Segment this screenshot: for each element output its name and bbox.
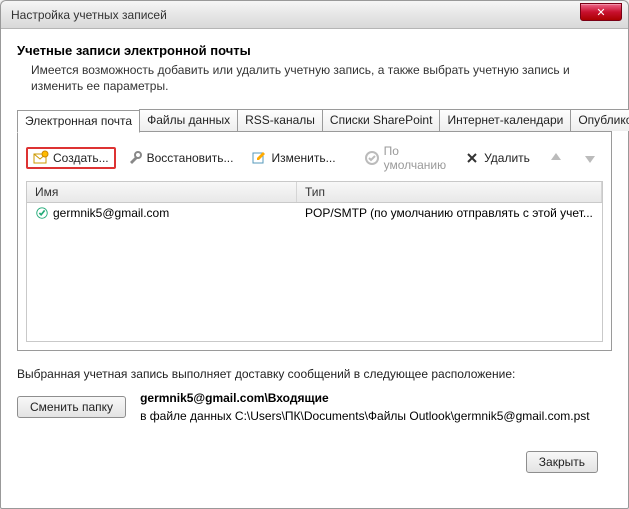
account-name: germnik5@gmail.com [53, 206, 169, 220]
arrow-up-icon [548, 150, 564, 166]
restore-label: Восстановить... [147, 151, 234, 165]
bottom-bar: Закрыть [17, 441, 612, 473]
tab-internet-calendars[interactable]: Интернет-календари [439, 109, 571, 131]
create-button[interactable]: Создать... [26, 147, 116, 169]
titlebar: Настройка учетных записей ✕ [1, 1, 628, 29]
mail-new-icon [33, 150, 49, 166]
cell-type: POP/SMTP (по умолчанию отправлять с этой… [301, 205, 598, 221]
folder-path-file: в файле данных C:\Users\ПК\Documents\Фай… [140, 407, 590, 425]
delete-button[interactable]: Удалить [457, 147, 537, 169]
folder-info: germnik5@gmail.com\Входящие в файле данн… [140, 389, 590, 425]
move-up-button [541, 147, 571, 169]
account-list: Имя Тип germnik5@gmail.com POP/SMTP (по … [26, 181, 603, 342]
check-circle-icon [364, 150, 380, 166]
content-area: Учетные записи электронной почты Имеется… [1, 29, 628, 483]
delivery-intro: Выбранная учетная запись выполняет доста… [17, 367, 612, 381]
delete-icon [464, 150, 480, 166]
edit-icon [251, 150, 267, 166]
folder-row: Сменить папку germnik5@gmail.com\Входящи… [17, 389, 612, 425]
column-type[interactable]: Тип [297, 182, 602, 202]
close-icon: ✕ [596, 6, 605, 19]
repair-icon [127, 150, 143, 166]
restore-button[interactable]: Восстановить... [120, 147, 241, 169]
list-header: Имя Тип [27, 182, 602, 203]
arrow-down-icon [582, 150, 598, 166]
window-title: Настройка учетных записей [11, 8, 167, 22]
move-down-button [575, 147, 605, 169]
delete-label: Удалить [484, 151, 530, 165]
close-button[interactable]: ✕ [580, 3, 622, 21]
toolbar: Создать... Восстановить... Изменить... П [26, 139, 603, 181]
list-body: germnik5@gmail.com POP/SMTP (по умолчани… [27, 203, 602, 341]
header: Учетные записи электронной почты Имеется… [17, 43, 612, 94]
column-name[interactable]: Имя [27, 182, 297, 202]
edit-label: Изменить... [271, 151, 335, 165]
close-dialog-button[interactable]: Закрыть [526, 451, 598, 473]
tab-data-files[interactable]: Файлы данных [139, 109, 238, 131]
tab-published[interactable]: Опубликован [570, 109, 629, 131]
default-label: По умолчанию [384, 144, 447, 172]
default-button: По умолчанию [357, 141, 454, 175]
change-folder-button[interactable]: Сменить папку [17, 396, 126, 418]
edit-button[interactable]: Изменить... [244, 147, 342, 169]
cell-name: germnik5@gmail.com [31, 205, 301, 221]
folder-path-bold: germnik5@gmail.com\Входящие [140, 389, 590, 407]
table-row[interactable]: germnik5@gmail.com POP/SMTP (по умолчани… [27, 203, 602, 223]
tab-email[interactable]: Электронная почта [17, 110, 140, 133]
tab-sharepoint[interactable]: Списки SharePoint [322, 109, 441, 131]
page-subtitle: Имеется возможность добавить или удалить… [17, 62, 612, 94]
create-label: Создать... [53, 151, 109, 165]
page-title: Учетные записи электронной почты [17, 43, 612, 58]
account-check-icon [35, 206, 49, 220]
tab-panel: Создать... Восстановить... Изменить... П [17, 131, 612, 351]
tab-rss[interactable]: RSS-каналы [237, 109, 323, 131]
tab-strip: Электронная почта Файлы данных RSS-канал… [17, 109, 612, 132]
